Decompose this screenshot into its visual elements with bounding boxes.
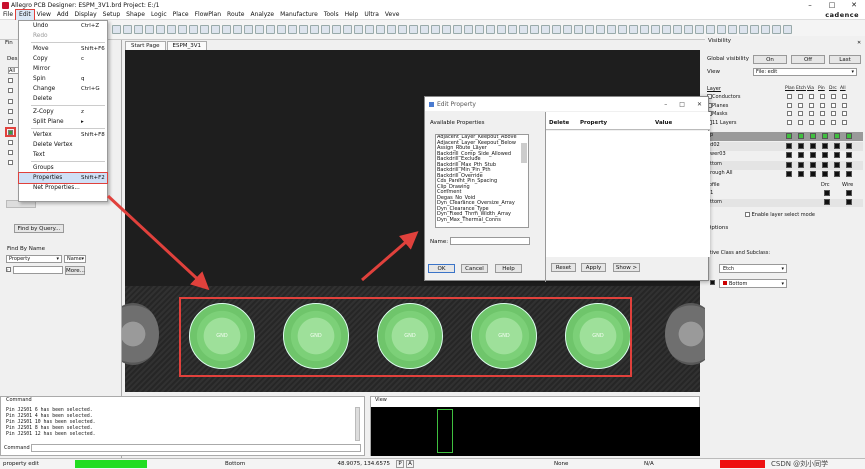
world-view-canvas[interactable]	[371, 407, 700, 456]
command-input[interactable]	[31, 444, 361, 452]
command-output-line: Pin J2S01 12 has been selected.	[6, 432, 96, 437]
status-drc-indicator	[720, 460, 765, 468]
command-title: Command	[6, 397, 32, 403]
status-layer: Bottom	[225, 461, 246, 467]
watermark: CSDN @刘小同学	[771, 460, 829, 468]
status-bar: property edit Bottom 48.9075, 134.6575 P…	[0, 458, 865, 469]
view-title: View	[375, 397, 387, 403]
status-coords: 48.9075, 134.6575	[337, 461, 390, 467]
command-scrollbar[interactable]	[355, 407, 360, 441]
status-net: None	[554, 461, 569, 467]
status-idle-indicator	[75, 460, 147, 468]
arrow-to-dialog	[361, 231, 419, 282]
world-view-panel[interactable]: View	[370, 396, 700, 456]
status-mode: property edit	[3, 461, 39, 467]
status-p[interactable]: P	[396, 460, 404, 468]
arrow-to-pads	[106, 194, 210, 291]
status-a[interactable]: A	[406, 460, 414, 468]
command-panel: Command Pin J2S01 6 has been selected. Pi…	[0, 396, 365, 456]
status-na: N/A	[644, 461, 654, 467]
board-outline	[437, 409, 453, 453]
